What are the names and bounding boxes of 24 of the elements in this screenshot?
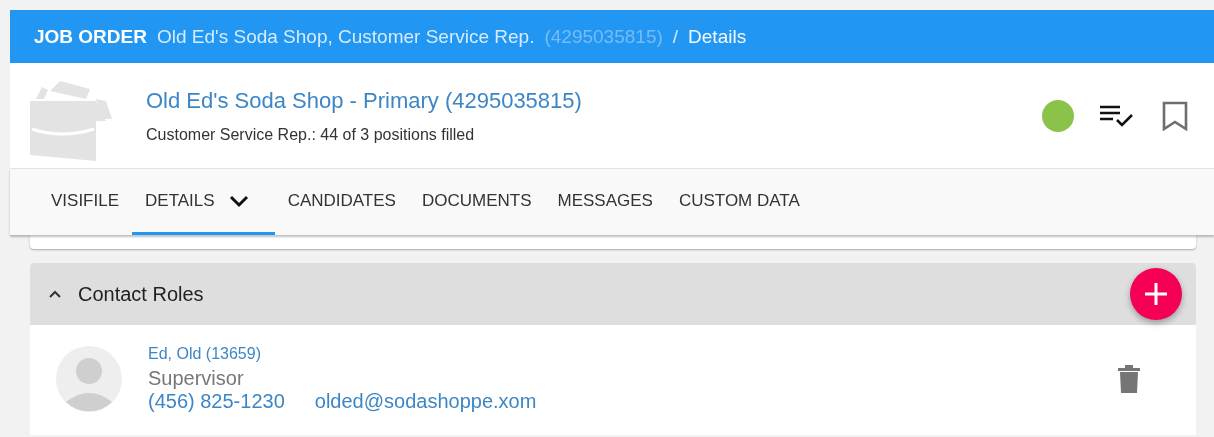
trash-icon[interactable] [1118, 364, 1140, 394]
section-header[interactable]: Contact Roles [30, 263, 1196, 325]
status-dot [1042, 99, 1074, 132]
avatar-icon [56, 346, 122, 412]
tab[interactable]: DOCUMENTS [408, 169, 545, 235]
breadcrumb-id: (4295035815) [544, 25, 663, 48]
tab[interactable]: CUSTOM DATA [665, 169, 813, 235]
phone-link[interactable]: (456) 825-1230 [148, 390, 285, 413]
bookmark-icon[interactable] [1162, 100, 1188, 131]
section-title: Contact Roles [78, 282, 204, 306]
contact-role: Supervisor [148, 367, 245, 390]
job-title[interactable]: Old Ed's Soda Shop - Primary (4295035815) [146, 87, 1042, 114]
tab[interactable]: MESSAGES [544, 169, 666, 235]
contact-name[interactable]: Ed, Old (13659) [148, 345, 1118, 363]
breadcrumb-current: Details [688, 25, 747, 48]
email-link[interactable]: olded@sodashoppe.xom [314, 390, 537, 413]
breadcrumb-separator: / [672, 25, 679, 48]
tab[interactable]: CANDIDATES [274, 169, 409, 235]
tab[interactable]: VISIFILE [38, 169, 133, 235]
plus-icon [1145, 283, 1167, 305]
checklist-icon[interactable] [1100, 103, 1136, 128]
chevron-up-icon[interactable] [48, 289, 62, 299]
positions-summary: Customer Service Rep.: 44 of 3 positions filled [146, 125, 476, 144]
breadcrumb-section: JOB ORDER [34, 25, 147, 48]
